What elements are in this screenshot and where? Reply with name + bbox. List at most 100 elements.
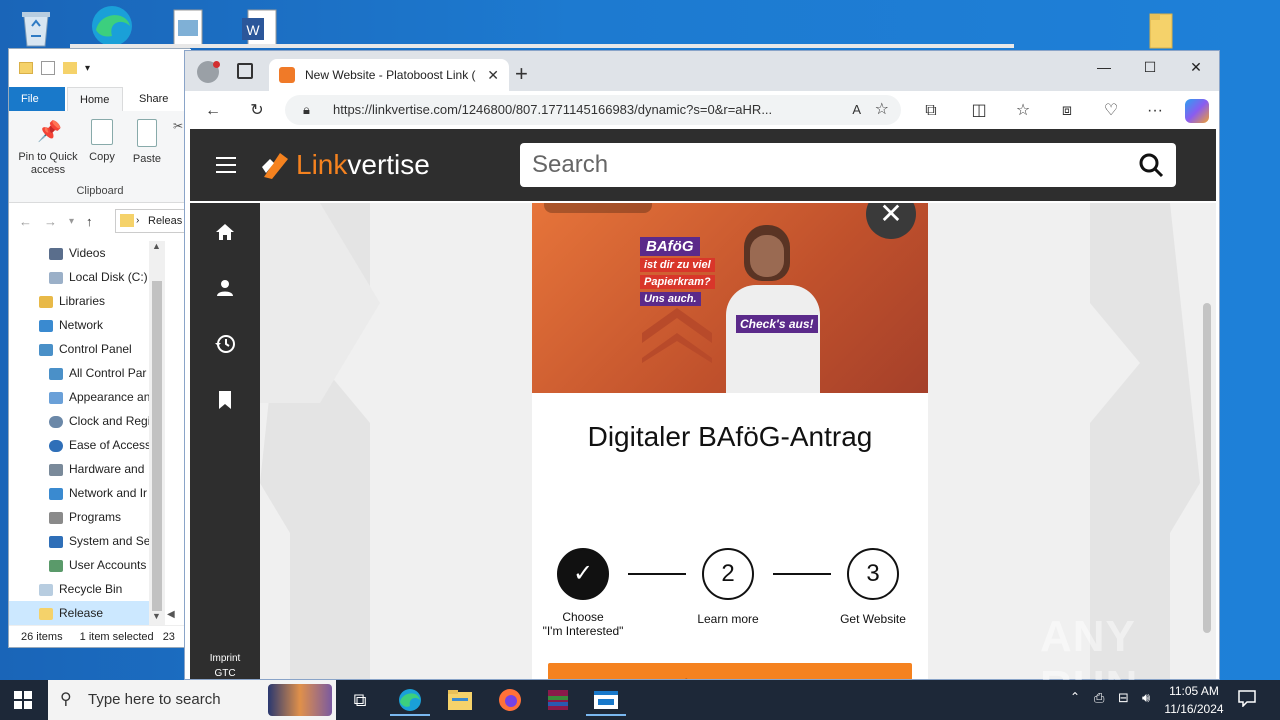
notifications-icon[interactable] — [1238, 689, 1256, 708]
favorite-star-icon[interactable]: ☆ — [875, 95, 889, 125]
maximize-button[interactable]: ☐ — [1127, 51, 1173, 83]
linkvertise-logo-text[interactable]: Linkvertise — [296, 147, 430, 183]
more-menu-icon[interactable]: ··· — [1143, 99, 1167, 123]
copy-button[interactable]: Copy — [85, 119, 119, 163]
properties-icon[interactable] — [41, 61, 55, 75]
browser-essentials-icon[interactable]: ♡ — [1099, 99, 1123, 123]
scroll-up-icon[interactable]: ▲ — [152, 241, 161, 251]
device-icon[interactable]: ⎙ — [1094, 690, 1104, 706]
folder-icon — [120, 214, 134, 227]
search-icon[interactable] — [1138, 143, 1164, 202]
tree-item-programs[interactable]: Programs — [9, 505, 149, 529]
back-icon[interactable]: ← — [201, 99, 225, 123]
clock[interactable]: 11:05 AM 11/16/2024 — [1158, 682, 1230, 718]
network-tray-icon[interactable]: ⊟ — [1118, 690, 1129, 706]
lock-icon[interactable]: 🔒︎ — [303, 95, 310, 125]
account-icon[interactable] — [214, 277, 236, 302]
shield-icon — [49, 535, 63, 548]
cut-icon[interactable]: ✂ — [173, 119, 183, 133]
tab-file[interactable]: File — [9, 87, 65, 111]
bookmark-icon[interactable] — [216, 389, 234, 414]
tab-actions-icon[interactable] — [237, 63, 253, 79]
taskbar-search[interactable]: ⚲ Type here to search — [48, 680, 336, 720]
winrar-taskbar-icon[interactable] — [538, 684, 578, 716]
tree-item-user-accounts[interactable]: User Accounts — [9, 553, 149, 577]
tree-scrollbar[interactable]: ▲ ▼ — [149, 241, 165, 625]
close-button[interactable]: ✕ — [1173, 51, 1219, 83]
tree-item-libraries[interactable]: Libraries — [9, 289, 149, 313]
show-hidden-icons[interactable]: ⌃ — [1070, 690, 1080, 704]
paste-label: Paste — [132, 153, 162, 165]
pin-label: Pin to Quick access — [18, 151, 78, 176]
tree-label: Local Disk (C:) — [69, 270, 148, 284]
tree-item-network[interactable]: Network — [9, 313, 149, 337]
tree-item-all-control-panel[interactable]: All Control Par — [9, 361, 149, 385]
tab-home[interactable]: Home — [67, 87, 123, 111]
recycle-bin-icon[interactable] — [14, 6, 58, 50]
home-icon[interactable] — [214, 221, 236, 246]
tree-item-recycle-bin[interactable]: Recycle Bin — [9, 577, 149, 601]
folder-desktop-icon[interactable] — [1138, 8, 1182, 52]
tree-item-network-internet[interactable]: Network and Ir — [9, 481, 149, 505]
tree-item-ease-of-access[interactable]: Ease of Access — [9, 433, 149, 457]
tree-item-appearance[interactable]: Appearance an — [9, 385, 149, 409]
task-view-icon[interactable]: ⧉ — [340, 684, 380, 716]
refresh-icon[interactable]: ↻ — [245, 99, 269, 123]
offer-banner-image[interactable]: BAföG ist dir zu viel Papierkram? Uns au… — [532, 203, 928, 393]
learn-more-button[interactable]: Learn more — [548, 663, 912, 679]
edge-taskbar-icon[interactable] — [390, 684, 430, 716]
start-windows-icon[interactable] — [14, 691, 32, 709]
new-tab-icon[interactable]: + — [515, 61, 528, 87]
split-screen-icon[interactable]: ◫ — [967, 99, 991, 123]
volume-icon[interactable]: 🔊︎ — [1142, 690, 1150, 706]
tab-share[interactable]: Share — [127, 87, 180, 111]
read-aloud-icon[interactable]: A — [852, 95, 861, 125]
back-arrow-icon[interactable]: ← — [19, 214, 32, 229]
collections-icon[interactable]: ⧈ — [1055, 99, 1079, 123]
scroll-left-icon[interactable]: ◀ — [167, 609, 175, 620]
tree-item-local-disk[interactable]: Local Disk (C:) — [9, 265, 149, 289]
scroll-down-icon[interactable]: ▼ — [152, 611, 161, 621]
up-arrow-icon[interactable]: ↑ — [86, 214, 93, 229]
breadcrumb-chevron-icon: › — [136, 215, 140, 226]
browser-tab-active[interactable]: New Website - Platoboost Link ( ✕ — [269, 59, 509, 91]
pin-quick-access-button[interactable]: 📌 Pin to Quick access — [15, 119, 81, 177]
extensions-icon[interactable]: ⧉ — [919, 99, 943, 123]
tree-item-system-security[interactable]: System and Sec — [9, 529, 149, 553]
tab-close-icon[interactable]: ✕ — [487, 59, 499, 91]
tree-item-clock[interactable]: Clock and Regi — [9, 409, 149, 433]
address-bar[interactable]: › Releas — [115, 209, 191, 233]
tree-item-release[interactable]: Release — [9, 601, 149, 625]
step-2-circle: 2 — [702, 548, 754, 600]
anyrun-watermark: ANY RUN — [1040, 612, 1137, 711]
favorites-icon[interactable]: ☆ — [1011, 99, 1035, 123]
new-folder-icon[interactable] — [63, 62, 77, 74]
paste-button[interactable]: Paste — [127, 119, 167, 165]
open-window-taskbar-icon[interactable] — [586, 684, 626, 716]
copilot-icon[interactable] — [1185, 99, 1209, 123]
imprint-link[interactable]: Imprint — [190, 653, 260, 664]
address-bar[interactable]: 🔒︎ https://linkvertise.com/1246800/807.1… — [285, 95, 901, 125]
tree-item-videos[interactable]: Videos — [9, 241, 149, 265]
minimize-button[interactable]: — — [1081, 51, 1127, 83]
banner-line-2: Papierkram? — [640, 275, 715, 289]
hamburger-menu-icon[interactable] — [216, 153, 236, 177]
customize-dropdown-icon[interactable]: ▾ — [85, 63, 90, 74]
firefox-taskbar-icon[interactable] — [490, 684, 530, 716]
tree-item-hardware[interactable]: Hardware and — [9, 457, 149, 481]
page-scroll-thumb[interactable] — [1203, 303, 1211, 633]
edge-desktop-icon[interactable] — [90, 4, 134, 48]
recent-dropdown-icon[interactable]: ▾ — [69, 216, 74, 227]
file-explorer-taskbar-icon[interactable] — [440, 684, 480, 716]
history-icon[interactable] — [214, 333, 236, 358]
clock-time: 11:05 AM — [1169, 684, 1219, 698]
search-highlight-image[interactable] — [268, 684, 332, 716]
gtc-link[interactable]: GTC — [190, 668, 260, 679]
page-scrollbar[interactable] — [1200, 203, 1216, 679]
scroll-thumb[interactable] — [152, 281, 162, 611]
search-input[interactable]: Search — [520, 143, 1176, 187]
tree-item-control-panel[interactable]: Control Panel — [9, 337, 149, 361]
forward-arrow-icon[interactable]: → — [44, 214, 57, 229]
person-photo — [722, 225, 826, 393]
linkvertise-logo-icon[interactable] — [260, 149, 292, 181]
